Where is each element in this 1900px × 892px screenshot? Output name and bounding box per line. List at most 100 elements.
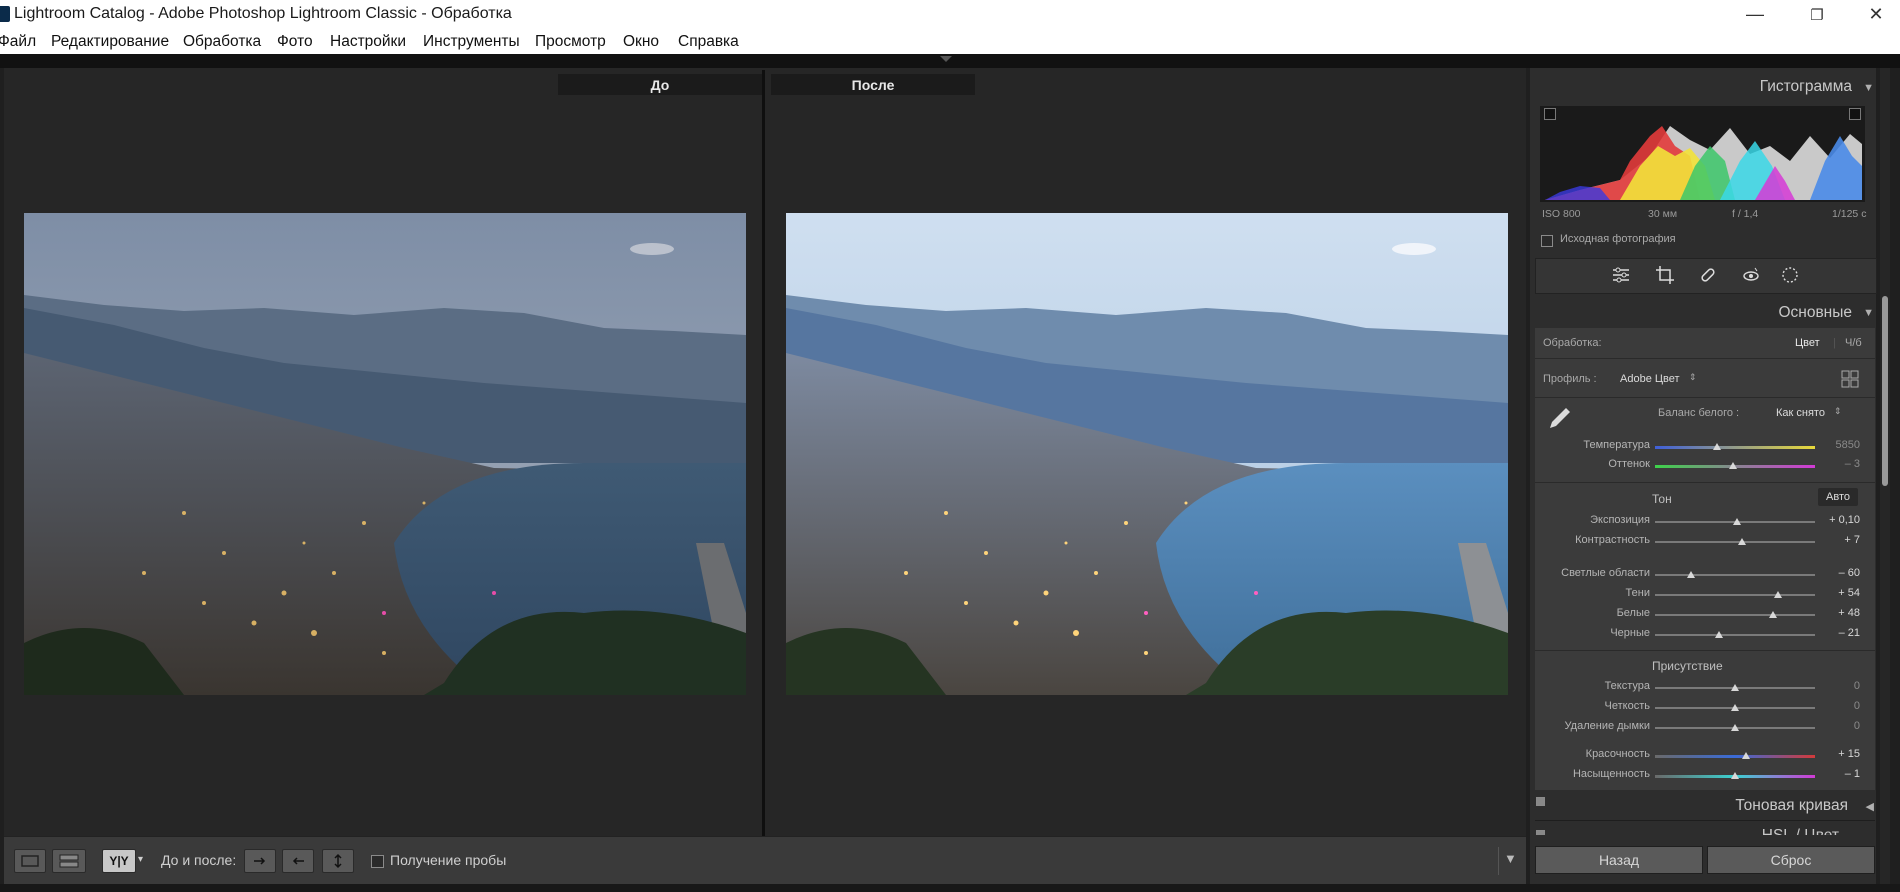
menu-settings[interactable]: Настройки (330, 33, 406, 51)
view-mode-button[interactable]: Y|Y (102, 849, 136, 873)
tint-value[interactable]: – 3 (1820, 458, 1860, 470)
view-mode-dropdown-icon[interactable]: ▾ (138, 854, 143, 865)
wb-dropdown[interactable]: Как снято (1776, 407, 1825, 419)
top-panel-toggle[interactable] (0, 54, 1900, 68)
menu-photo[interactable]: Фото (277, 33, 313, 51)
histogram-title[interactable]: Гистограмма (1760, 78, 1852, 96)
texture-thumb[interactable] (1731, 684, 1739, 691)
dehaze-value[interactable]: 0 (1820, 720, 1860, 732)
menu-file[interactable]: Файл (0, 33, 36, 51)
exposure-value[interactable]: + 0,10 (1820, 514, 1860, 526)
blacks-thumb[interactable] (1715, 631, 1723, 638)
menu-edit[interactable]: Редактирование (51, 33, 169, 51)
before-after-top-bottom-button[interactable] (52, 849, 86, 873)
menu-tools[interactable]: Инструменты (423, 33, 520, 51)
treatment-separator: | (1833, 337, 1836, 349)
shadows-slider[interactable] (1655, 594, 1815, 596)
toolbar-options-icon[interactable]: ▼ (1504, 851, 1517, 866)
basic-collapse-icon[interactable]: ▼ (1863, 307, 1874, 319)
exposure-thumb[interactable] (1733, 518, 1741, 525)
whites-value[interactable]: + 48 (1820, 607, 1860, 619)
vibrance-slider[interactable] (1655, 755, 1815, 758)
back-button[interactable]: Назад (1535, 846, 1703, 874)
healing-brush-icon[interactable] (1697, 264, 1719, 286)
highlights-thumb[interactable] (1687, 571, 1695, 578)
minimize-icon[interactable]: — (1732, 0, 1778, 29)
profile-browser-icon[interactable] (1841, 370, 1859, 388)
basic-panel-title[interactable]: Основные (1778, 304, 1852, 322)
wb-dropdown-icon[interactable]: ⇕ (1834, 406, 1842, 417)
auto-tone-button[interactable]: Авто (1818, 488, 1858, 506)
saturation-value[interactable]: – 1 (1820, 768, 1860, 780)
contrast-value[interactable]: + 7 (1820, 534, 1860, 546)
shadows-label: Тени (1625, 587, 1650, 599)
contrast-slider[interactable] (1655, 541, 1815, 543)
menu-develop[interactable]: Обработка (183, 33, 261, 51)
saturation-label: Насыщенность (1572, 768, 1650, 780)
after-photo[interactable] (786, 213, 1508, 695)
menu-view[interactable]: Просмотр (535, 33, 606, 51)
edit-sliders-icon[interactable] (1610, 264, 1632, 286)
clarity-value[interactable]: 0 (1820, 700, 1860, 712)
tone-curve-expand-icon[interactable]: ◀ (1866, 800, 1874, 813)
scrollbar-thumb[interactable] (1882, 296, 1888, 486)
shadows-thumb[interactable] (1774, 591, 1782, 598)
blacks-value[interactable]: – 21 (1820, 627, 1860, 639)
vibrance-value[interactable]: + 15 (1820, 748, 1860, 760)
wb-eyedropper-icon[interactable] (1544, 404, 1572, 432)
saturation-thumb[interactable] (1731, 772, 1739, 779)
highlight-clipping-icon[interactable] (1849, 108, 1861, 120)
original-photo-checkbox[interactable] (1541, 235, 1553, 247)
red-eye-icon[interactable] (1740, 264, 1762, 286)
reset-button[interactable]: Сброс (1707, 846, 1875, 874)
loupe-view-button[interactable] (14, 849, 46, 873)
tint-thumb[interactable] (1729, 462, 1737, 469)
temperature-label: Температура (1583, 439, 1650, 451)
temperature-slider[interactable] (1655, 446, 1815, 449)
histogram-collapse-icon[interactable]: ▼ (1863, 82, 1874, 94)
crop-icon[interactable] (1654, 264, 1676, 286)
before-photo[interactable] (24, 213, 746, 695)
panel-scrollbar[interactable] (1880, 68, 1890, 884)
sample-checkbox[interactable] (371, 855, 384, 868)
copy-before-to-after-button[interactable] (244, 849, 276, 873)
temperature-thumb[interactable] (1713, 443, 1721, 450)
hsl-panel-header[interactable]: HSL / Цвет (1535, 823, 1875, 835)
profile-dropdown[interactable]: Adobe Цвет (1620, 373, 1680, 385)
whites-slider[interactable] (1655, 614, 1815, 616)
close-icon[interactable]: ✕ (1853, 0, 1899, 29)
menu-help[interactable]: Справка (678, 33, 739, 51)
menu-window[interactable]: Окно (623, 33, 659, 51)
vibrance-thumb[interactable] (1742, 752, 1750, 759)
treatment-bw-option[interactable]: Ч/б (1845, 337, 1862, 349)
highlights-value[interactable]: – 60 (1820, 567, 1860, 579)
swap-before-after-button[interactable] (322, 849, 354, 873)
copy-after-to-before-button[interactable] (282, 849, 314, 873)
whites-thumb[interactable] (1769, 611, 1777, 618)
clarity-thumb[interactable] (1731, 704, 1739, 711)
contrast-thumb[interactable] (1738, 538, 1746, 545)
tone-curve-toggle-icon[interactable] (1536, 797, 1545, 806)
iso-info: ISO 800 (1542, 208, 1581, 220)
hsl-title[interactable]: HSL / Цвет (1762, 827, 1839, 835)
hsl-toggle-icon[interactable] (1536, 830, 1545, 835)
window-title: Lightroom Catalog - Adobe Photoshop Ligh… (14, 5, 512, 22)
shadows-value[interactable]: + 54 (1820, 587, 1860, 599)
highlights-label: Светлые области (1561, 567, 1650, 579)
maximize-icon[interactable]: ❐ (1794, 0, 1840, 29)
highlights-slider[interactable] (1655, 574, 1815, 576)
swap-icon (334, 853, 342, 869)
toolbar-separator (1498, 847, 1499, 875)
dehaze-thumb[interactable] (1731, 724, 1739, 731)
profile-dropdown-icon[interactable]: ⇕ (1689, 372, 1697, 383)
texture-label: Текстура (1604, 680, 1650, 692)
temperature-value[interactable]: 5850 (1820, 439, 1860, 451)
masking-icon[interactable] (1779, 264, 1801, 286)
texture-value[interactable]: 0 (1820, 680, 1860, 692)
tone-curve-title[interactable]: Тоновая кривая (1735, 797, 1848, 815)
sample-label: Получение пробы (390, 852, 507, 868)
shadow-clipping-icon[interactable] (1544, 108, 1556, 120)
treatment-color-option[interactable]: Цвет (1795, 337, 1820, 349)
blacks-slider[interactable] (1655, 634, 1815, 636)
separator (1535, 482, 1875, 483)
